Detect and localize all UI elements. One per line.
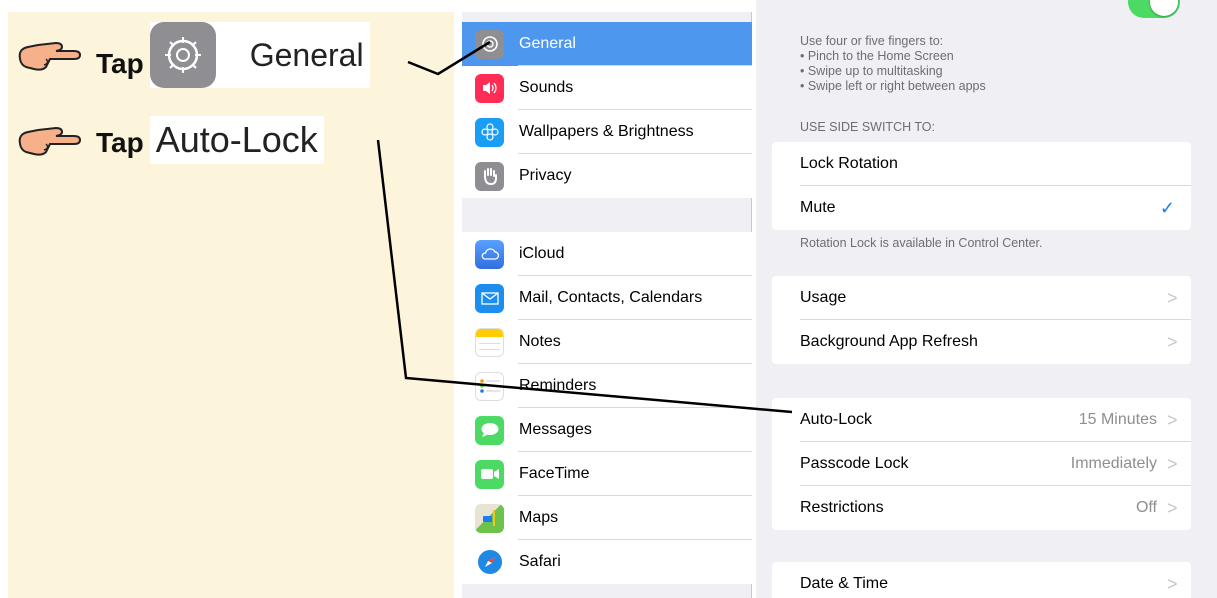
row-label: Auto-Lock xyxy=(800,411,873,428)
sidebar-group-1: General Sounds Wallpapers & Brightness P… xyxy=(462,22,752,198)
gestures-note: Use four or five fingers to: • Pinch to … xyxy=(800,34,986,94)
side-switch-group: Lock Rotation Mute ✓ xyxy=(772,142,1191,230)
list-icon xyxy=(475,371,504,401)
toggle-knob xyxy=(1150,0,1178,16)
sidebar-item-safari[interactable]: Safari xyxy=(462,540,752,584)
lock-rotation-row[interactable]: Lock Rotation xyxy=(772,142,1191,186)
sidebar-item-label: iCloud xyxy=(519,245,565,262)
sidebar-item-label: Mail, Contacts, Calendars xyxy=(519,289,703,306)
general-chip-label: General xyxy=(249,36,364,73)
notepad-icon xyxy=(475,327,504,357)
sidebar-item-label: Privacy xyxy=(519,167,572,184)
usage-row[interactable]: Usage > xyxy=(772,276,1191,320)
row-label: Restrictions xyxy=(800,499,884,516)
envelope-icon xyxy=(475,283,504,313)
note-line: • Swipe left or right between apps xyxy=(800,79,986,93)
chevron-right-icon: > xyxy=(1167,497,1178,518)
sidebar-item-general[interactable]: General xyxy=(462,22,752,66)
pointing-hand-icon xyxy=(18,126,82,156)
sidebar-item-label: Messages xyxy=(519,421,592,438)
sidebar-item-messages[interactable]: Messages xyxy=(462,408,752,452)
auto-lock-row[interactable]: Auto-Lock 15 Minutes > xyxy=(772,398,1191,442)
map-icon xyxy=(475,503,504,533)
row-value: 15 Minutes xyxy=(1078,411,1157,428)
speech-bubble-icon xyxy=(475,415,504,445)
row-label: Usage xyxy=(800,289,847,306)
background-app-refresh-row[interactable]: Background App Refresh > xyxy=(772,320,1191,364)
mute-row[interactable]: Mute ✓ xyxy=(772,186,1191,230)
video-camera-icon xyxy=(475,459,504,489)
screen: Tap General Tap Auto-Lock General Sounds… xyxy=(0,0,1217,598)
general-settings-pane: Use four or five fingers to: • Pinch to … xyxy=(756,0,1217,598)
chevron-right-icon: > xyxy=(1167,287,1178,308)
row-label: Passcode Lock xyxy=(800,455,909,472)
speaker-icon xyxy=(475,73,504,103)
tap-label: Tap xyxy=(96,127,144,158)
row-value: Immediately xyxy=(1070,455,1157,472)
sidebar-item-privacy[interactable]: Privacy xyxy=(462,154,752,198)
multitasking-gestures-toggle[interactable] xyxy=(1128,0,1180,18)
compass-icon xyxy=(475,547,504,577)
chevron-right-icon: > xyxy=(1167,331,1178,352)
chevron-right-icon: > xyxy=(1167,409,1178,430)
sidebar-item-label: Safari xyxy=(519,553,561,570)
pointing-hand-icon xyxy=(18,41,82,71)
checkmark-icon: ✓ xyxy=(1159,197,1175,218)
usage-group: Usage > Background App Refresh > xyxy=(772,276,1191,364)
side-switch-header: USE SIDE SWITCH TO: xyxy=(800,120,935,134)
row-value: Off xyxy=(1135,499,1157,516)
step-tap-general: Tap General xyxy=(16,22,370,88)
row-label: Mute xyxy=(800,199,836,216)
sidebar-item-facetime[interactable]: FaceTime xyxy=(462,452,752,496)
row-label: Lock Rotation xyxy=(800,155,898,172)
sidebar-group-2: iCloud Mail, Contacts, Calendars Notes R… xyxy=(462,232,752,584)
sidebar-item-label: Sounds xyxy=(519,79,574,96)
sidebar-item-reminders[interactable]: Reminders xyxy=(462,364,752,408)
general-chip: General xyxy=(149,22,370,88)
tap-label: Tap xyxy=(96,48,144,79)
sidebar-item-label: General xyxy=(519,35,576,52)
step-tap-auto-lock: Tap Auto-Lock xyxy=(16,116,324,164)
note-line: • Pinch to the Home Screen xyxy=(800,49,954,63)
sidebar-item-label: Wallpapers & Brightness xyxy=(519,123,694,140)
sidebar-item-maps[interactable]: Maps xyxy=(462,496,752,540)
flower-icon xyxy=(475,117,504,147)
sidebar-item-icloud[interactable]: iCloud xyxy=(462,232,752,276)
auto-lock-chip-label: Auto-Lock xyxy=(149,116,324,164)
sidebar-item-label: Reminders xyxy=(519,377,597,394)
row-label: Background App Refresh xyxy=(800,333,978,350)
sidebar-item-sounds[interactable]: Sounds xyxy=(462,66,752,110)
chevron-right-icon: > xyxy=(1167,453,1178,474)
restrictions-row[interactable]: Restrictions Off > xyxy=(772,486,1191,530)
hand-icon xyxy=(475,161,504,191)
lock-group: Auto-Lock 15 Minutes > Passcode Lock Imm… xyxy=(772,398,1191,530)
sidebar-item-label: Maps xyxy=(519,509,559,526)
sidebar-item-label: Notes xyxy=(519,333,561,350)
sidebar-item-wallpapers[interactable]: Wallpapers & Brightness xyxy=(462,110,752,154)
passcode-lock-row[interactable]: Passcode Lock Immediately > xyxy=(772,442,1191,486)
note-line: • Swipe up to multitasking xyxy=(800,64,943,78)
sidebar-item-notes[interactable]: Notes xyxy=(462,320,752,364)
chevron-right-icon: > xyxy=(1167,573,1178,594)
gear-icon xyxy=(475,29,504,59)
instruction-panel: Tap General Tap Auto-Lock xyxy=(8,12,454,598)
row-label: Date & Time xyxy=(800,575,889,592)
date-group: Date & Time > xyxy=(772,562,1191,598)
rotation-lock-note: Rotation Lock is available in Control Ce… xyxy=(800,236,1043,250)
note-line: Use four or five fingers to: xyxy=(800,34,944,48)
cloud-icon xyxy=(475,239,504,269)
date-time-row[interactable]: Date & Time > xyxy=(772,562,1191,598)
gear-icon xyxy=(149,22,216,88)
sidebar-item-mail[interactable]: Mail, Contacts, Calendars xyxy=(462,276,752,320)
settings-sidebar: General Sounds Wallpapers & Brightness P… xyxy=(462,12,752,598)
sidebar-item-label: FaceTime xyxy=(519,465,590,482)
